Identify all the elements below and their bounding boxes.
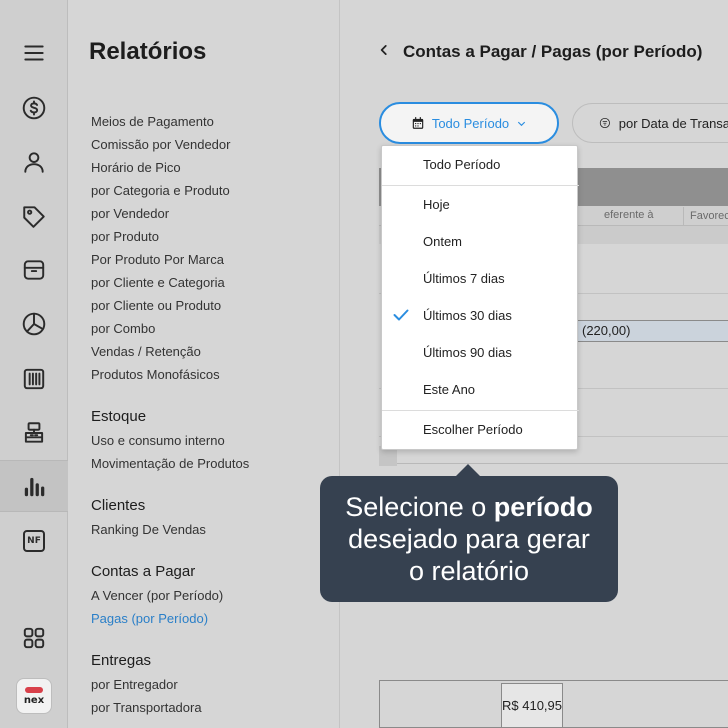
back-button[interactable] bbox=[377, 42, 391, 62]
section-clientes: Clientes bbox=[91, 497, 146, 514]
account-nav[interactable]: nex bbox=[0, 670, 68, 722]
menu-item-combo[interactable]: por Combo bbox=[91, 317, 331, 340]
menu-item-transportadora[interactable]: por Transportadora bbox=[91, 696, 331, 719]
reports-menu: Meios de Pagamento Comissão por Vendedor… bbox=[91, 110, 331, 719]
barcode-nav[interactable] bbox=[0, 353, 68, 405]
period-select-button[interactable]: Todo Período bbox=[379, 102, 559, 144]
menu-item-ranking-vendas[interactable]: Ranking De Vendas bbox=[91, 518, 331, 541]
analytics-nav[interactable] bbox=[0, 298, 68, 350]
invoice-nav[interactable]: NF bbox=[0, 515, 68, 567]
calendar-icon bbox=[412, 117, 424, 129]
menu-item-meios-pagamento[interactable]: Meios de Pagamento bbox=[91, 110, 331, 133]
period-option-90-dias[interactable]: Últimos 90 dias bbox=[382, 334, 579, 371]
tooltip-emphasis: período bbox=[493, 492, 593, 522]
reports-nav[interactable] bbox=[0, 460, 68, 512]
menu-item-produtos-monofasicos[interactable]: Produtos Monofásicos bbox=[91, 363, 331, 386]
nex-logo: nex bbox=[16, 678, 52, 714]
menu-item-vendas-retencao[interactable]: Vendas / Retenção bbox=[91, 340, 331, 363]
icon-rail: NF nex bbox=[0, 0, 68, 728]
logo-text: nex bbox=[23, 694, 45, 706]
tag-icon bbox=[23, 206, 45, 228]
section-estoque: Estoque bbox=[91, 408, 147, 425]
box-icon bbox=[23, 260, 45, 280]
menu-item-produto[interactable]: por Produto bbox=[91, 225, 331, 248]
section-entregas: Entregas bbox=[91, 652, 152, 669]
pie-chart-icon bbox=[22, 312, 46, 336]
period-option-este-ano[interactable]: Este Ano bbox=[382, 371, 579, 408]
nf-icon: NF bbox=[23, 530, 45, 552]
menu-item-uso-consumo[interactable]: Uso e consumo interno bbox=[91, 429, 331, 452]
filter-icon bbox=[599, 117, 610, 129]
apps-nav[interactable] bbox=[0, 612, 68, 664]
menu-item-cliente-categoria[interactable]: por Cliente e Categoria bbox=[91, 271, 331, 294]
bar-chart-icon bbox=[24, 477, 45, 497]
barcode-icon bbox=[23, 368, 45, 390]
menu-item-comissao-vendedor[interactable]: Comissão por Vendedor bbox=[91, 133, 331, 156]
period-option-30-dias[interactable]: Últimos 30 dias bbox=[382, 297, 579, 334]
check-icon bbox=[393, 309, 409, 321]
period-select-label: Todo Período bbox=[431, 115, 510, 131]
tooltip-line-3: o relatório bbox=[408, 556, 530, 586]
pos-nav[interactable] bbox=[0, 407, 68, 459]
col-favorecido: Favorec bbox=[683, 207, 728, 225]
menu-item-cliente-produto[interactable]: por Cliente ou Produto bbox=[91, 294, 331, 317]
help-tooltip: Selecione o período desejado para gerar … bbox=[320, 464, 618, 602]
period-option-7-dias[interactable]: Últimos 7 dias bbox=[382, 260, 579, 297]
products-nav[interactable] bbox=[0, 244, 68, 296]
total-value: R$ 410,95 bbox=[501, 683, 563, 728]
finance-nav[interactable] bbox=[0, 82, 68, 134]
menu-item-pagas[interactable]: Pagas (por Período) bbox=[91, 607, 331, 630]
period-option-hoje[interactable]: Hoje bbox=[382, 186, 579, 223]
date-filter-button[interactable]: por Data de Transação bbox=[572, 103, 728, 143]
menu-item-entregador[interactable]: por Entregador bbox=[91, 673, 331, 696]
reports-panel: Relatórios Meios de Pagamento Comissão p… bbox=[69, 0, 340, 728]
chevron-left-icon bbox=[380, 45, 387, 55]
cash-register-icon bbox=[24, 422, 44, 443]
customers-nav[interactable] bbox=[0, 136, 68, 188]
table-footer-line bbox=[397, 463, 728, 464]
menu-item-categoria-produto[interactable]: por Categoria e Produto bbox=[91, 179, 331, 202]
tooltip-arrow bbox=[455, 464, 481, 477]
grid-icon bbox=[23, 627, 45, 649]
period-dropdown: Todo Período Hoje Ontem Últimos 7 dias Ú… bbox=[381, 145, 579, 450]
menu-button[interactable] bbox=[0, 27, 68, 79]
panel-title: Relatórios bbox=[89, 38, 207, 65]
section-contas-pagar: Contas a Pagar bbox=[91, 563, 196, 580]
menu-item-movimentacao-produtos[interactable]: Movimentação de Produtos bbox=[91, 452, 331, 475]
tags-nav[interactable] bbox=[0, 190, 68, 242]
user-icon bbox=[24, 152, 44, 173]
col-referente: eferente à bbox=[604, 209, 654, 221]
period-option-todo[interactable]: Todo Período bbox=[382, 146, 579, 183]
menu-icon bbox=[24, 45, 44, 61]
tooltip-line-2: desejado para gerar bbox=[348, 524, 590, 554]
page-title: Contas a Pagar / Pagas (por Período) bbox=[403, 42, 703, 61]
chevron-down-icon bbox=[518, 121, 526, 126]
menu-item-produto-marca[interactable]: Por Produto Por Marca bbox=[91, 248, 331, 271]
menu-item-horario-pico[interactable]: Horário de Pico bbox=[91, 156, 331, 179]
amount-cell: (220,00) bbox=[577, 320, 728, 342]
period-option-ontem[interactable]: Ontem bbox=[382, 223, 579, 260]
logo-mark bbox=[25, 686, 43, 693]
dollar-circle-icon bbox=[22, 96, 46, 120]
period-option-30-dias-label: Últimos 30 dias bbox=[423, 308, 512, 323]
period-option-escolher[interactable]: Escolher Período bbox=[382, 411, 579, 448]
date-filter-label: por Data de Transação bbox=[618, 115, 728, 131]
menu-item-a-vencer[interactable]: A Vencer (por Período) bbox=[91, 584, 331, 607]
tooltip-line-1: Selecione o período bbox=[345, 492, 593, 522]
menu-item-vendedor[interactable]: por Vendedor bbox=[91, 202, 331, 225]
